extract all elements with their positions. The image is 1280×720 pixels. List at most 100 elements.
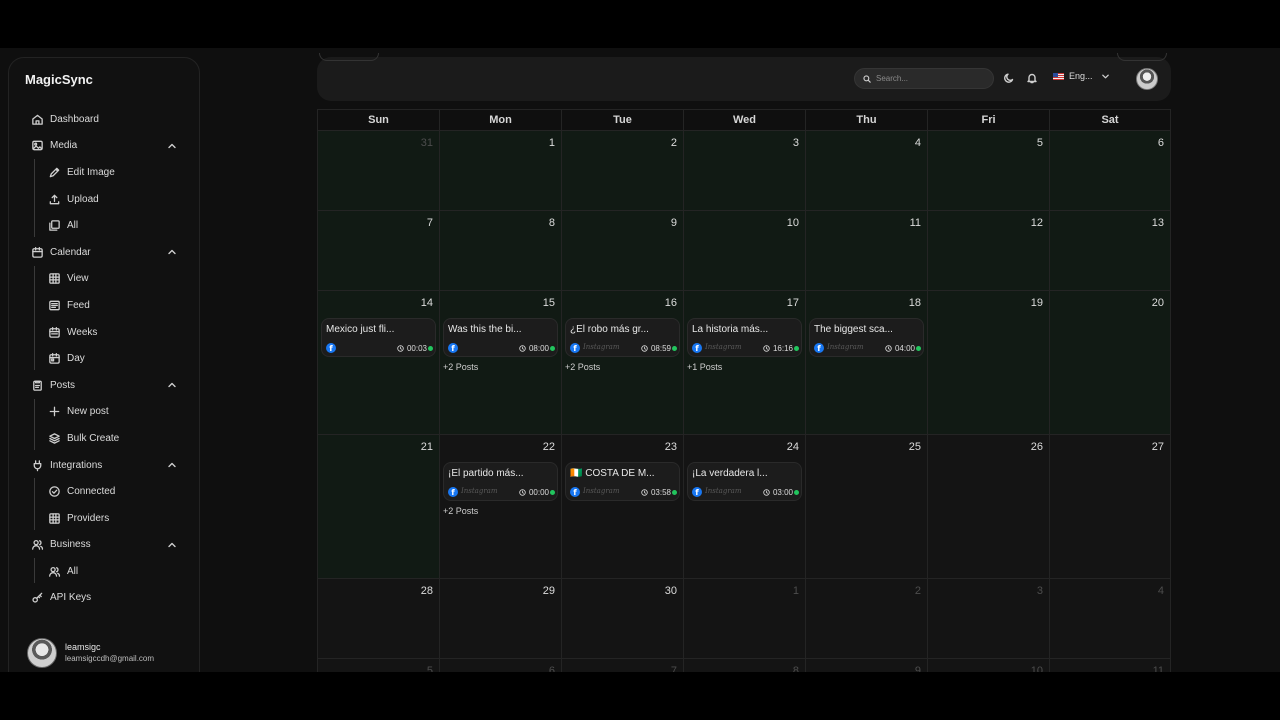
more-posts-link[interactable]: +2 Posts <box>565 362 600 372</box>
sidebar-item-media[interactable]: Media <box>9 133 199 160</box>
moon-icon[interactable] <box>1003 72 1015 84</box>
day-number: 3 <box>1036 585 1043 597</box>
calendar-day-cell[interactable]: 16 ¿El robo más gr... f Instagram 08:59 +2 Po… <box>561 291 683 435</box>
calendar-day-cell[interactable]: 2 <box>805 579 927 659</box>
calendar-day-cell[interactable]: 17 La historia más... f Instagram 16:16 +1 Po… <box>683 291 805 435</box>
calendar-day-cell[interactable]: 30 <box>561 579 683 659</box>
post-card[interactable]: The biggest sca... f Instagram 04:00 <box>809 318 924 357</box>
post-card[interactable]: ¡El partido más... f Instagram 00:00 <box>443 462 558 501</box>
calendar-day-cell[interactable]: 9 <box>561 211 683 291</box>
calendar-day-cell[interactable]: 23 🇨🇮 COSTA DE M... f Instagram 03:58 <box>561 435 683 579</box>
user-profile[interactable]: leamsigc leamsigccdh@gmail.com <box>27 636 197 670</box>
sidebar-item-connected[interactable]: Connected <box>9 478 199 505</box>
post-card[interactable]: Mexico just fli... f 00:03 <box>321 318 436 357</box>
post-card[interactable]: ¡La verdadera l... f Instagram 03:00 <box>687 462 802 501</box>
chevron-up-icon[interactable] <box>167 141 177 151</box>
calendar-day-cell[interactable]: 12 <box>927 211 1049 291</box>
calendar-day-cell[interactable]: 31 <box>317 131 439 211</box>
sidebar-item-view[interactable]: View <box>9 266 199 293</box>
calendar-day-cell[interactable]: 3 <box>927 579 1049 659</box>
search-input[interactable] <box>876 74 986 83</box>
day-number: 2 <box>670 137 677 149</box>
bell-icon[interactable] <box>1026 72 1038 84</box>
calendar-day-cell[interactable]: 21 <box>317 435 439 579</box>
post-card[interactable]: La historia más... f Instagram 16:16 <box>687 318 802 357</box>
more-posts-link[interactable]: +2 Posts <box>443 506 478 516</box>
calendar-day-cell[interactable]: 6 <box>439 659 561 672</box>
sidebar-item-new-post[interactable]: New post <box>9 399 199 426</box>
chevron-up-icon[interactable] <box>167 540 177 550</box>
calendar-day-cell[interactable]: 7 <box>561 659 683 672</box>
calendar-day-cell[interactable]: 4 <box>805 131 927 211</box>
sidebar-item-weeks[interactable]: Weeks <box>9 319 199 346</box>
calendar-day-cell[interactable]: 29 <box>439 579 561 659</box>
calendar-day-cell[interactable]: 26 <box>927 435 1049 579</box>
day-number: 5 <box>426 665 433 672</box>
day-number: 20 <box>1151 297 1164 309</box>
calendar-day-cell[interactable]: 20 <box>1049 291 1171 435</box>
more-posts-link[interactable]: +2 Posts <box>443 362 478 372</box>
chevron-up-icon[interactable] <box>167 380 177 390</box>
day-number: 4 <box>914 137 921 149</box>
status-dot <box>794 490 799 495</box>
post-card[interactable]: ¿El robo más gr... f Instagram 08:59 <box>565 318 680 357</box>
calendar-day-cell[interactable]: 15 Was this the bi... f 08:00 +2 Posts <box>439 291 561 435</box>
calendar-day-cell[interactable]: 24 ¡La verdadera l... f Instagram 03:00 <box>683 435 805 579</box>
calendar-day-cell[interactable]: 11 <box>1049 659 1171 672</box>
status-dot <box>916 346 921 351</box>
calendar-day-cell[interactable]: 19 <box>927 291 1049 435</box>
day-number: 17 <box>786 297 799 309</box>
post-time: 03:00 <box>763 488 793 497</box>
sidebar-item-dashboard[interactable]: Dashboard <box>9 106 199 133</box>
sidebar-item-business-all[interactable]: All <box>9 558 199 585</box>
calendar-day-cell[interactable]: 9 <box>805 659 927 672</box>
calendar-day-cell[interactable]: 18 The biggest sca... f Instagram 04:00 <box>805 291 927 435</box>
sidebar-item-posts[interactable]: Posts <box>9 372 199 399</box>
sidebar-item-calendar[interactable]: Calendar <box>9 239 199 266</box>
search-box[interactable] <box>854 68 994 89</box>
post-card[interactable]: 🇨🇮 COSTA DE M... f Instagram 03:58 <box>565 462 680 501</box>
sidebar-item-integrations[interactable]: Integrations <box>9 452 199 479</box>
sidebar-item-api-keys[interactable]: API Keys <box>9 585 199 612</box>
calendar-day-cell[interactable]: 10 <box>927 659 1049 672</box>
calendar-day-cell[interactable]: 11 <box>805 211 927 291</box>
calendar-day-cell[interactable]: 1 <box>439 131 561 211</box>
sidebar-item-business[interactable]: Business <box>9 532 199 559</box>
calendar-day-cell[interactable]: 1 <box>683 579 805 659</box>
sidebar-item-media-all[interactable]: All <box>9 212 199 239</box>
header-avatar[interactable] <box>1136 68 1158 90</box>
instagram-logo-icon: Instagram <box>461 487 498 495</box>
chevron-down-icon <box>1101 72 1110 81</box>
calendar-day-cell[interactable]: 25 <box>805 435 927 579</box>
chevron-up-icon[interactable] <box>167 460 177 470</box>
calendar-day-cell[interactable]: 14 Mexico just fli... f 00:03 <box>317 291 439 435</box>
image-icon <box>30 139 44 153</box>
plug-icon <box>30 458 44 472</box>
calendar-day-cell[interactable]: 6 <box>1049 131 1171 211</box>
sidebar-item-feed[interactable]: Feed <box>9 292 199 319</box>
calendar-day-cell[interactable]: 7 <box>317 211 439 291</box>
sidebar-item-bulk-create[interactable]: Bulk Create <box>9 425 199 452</box>
post-time: 00:03 <box>397 344 427 353</box>
calendar-day-cell[interactable]: 28 <box>317 579 439 659</box>
calendar-day-cell[interactable]: 8 <box>439 211 561 291</box>
language-selector[interactable]: Eng... <box>1053 71 1110 81</box>
chevron-up-icon[interactable] <box>167 247 177 257</box>
post-card[interactable]: Was this the bi... f 08:00 <box>443 318 558 357</box>
sidebar-item-providers[interactable]: Providers <box>9 505 199 532</box>
sidebar-item-edit-image[interactable]: Edit Image <box>9 159 199 186</box>
calendar-day-cell[interactable]: 22 ¡El partido más... f Instagram 00:00 +2 Po… <box>439 435 561 579</box>
calendar-day-cell[interactable]: 27 <box>1049 435 1171 579</box>
more-posts-link[interactable]: +1 Posts <box>687 362 722 372</box>
sidebar-item-day[interactable]: Day <box>9 345 199 372</box>
calendar-day-cell[interactable]: 13 <box>1049 211 1171 291</box>
sidebar-item-upload[interactable]: Upload <box>9 186 199 213</box>
calendar-day-cell[interactable]: 3 <box>683 131 805 211</box>
calendar-day-cell[interactable]: 4 <box>1049 579 1171 659</box>
calendar-day-cell[interactable]: 5 <box>927 131 1049 211</box>
calendar-day-cell[interactable]: 2 <box>561 131 683 211</box>
calendar-day-cell[interactable]: 10 <box>683 211 805 291</box>
calendar-day-cell[interactable]: 8 <box>683 659 805 672</box>
clock-icon <box>641 345 648 352</box>
calendar-day-cell[interactable]: 5 <box>317 659 439 672</box>
